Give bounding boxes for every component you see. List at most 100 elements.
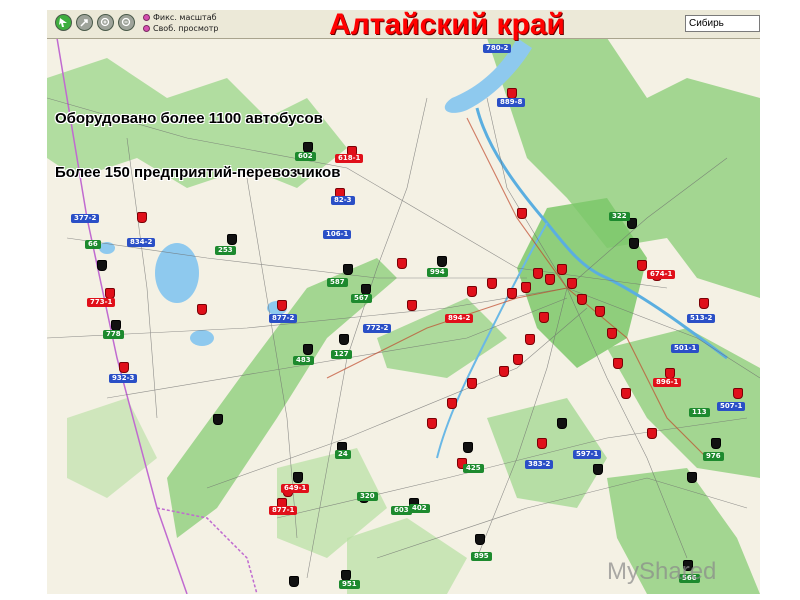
zoom-out-button[interactable] bbox=[118, 14, 135, 31]
route-label[interactable]: 106-1 bbox=[323, 230, 352, 239]
route-label[interactable]: 597-1 bbox=[573, 450, 602, 459]
zoom-in-button[interactable] bbox=[97, 14, 114, 31]
route-label[interactable]: 507-1 bbox=[717, 402, 746, 411]
route-label[interactable]: 778 bbox=[103, 330, 124, 339]
route-label[interactable]: 602 bbox=[295, 152, 316, 161]
depot-marker[interactable] bbox=[463, 442, 473, 453]
route-label[interactable]: 773-1 bbox=[87, 298, 116, 307]
depot-marker[interactable] bbox=[557, 418, 567, 429]
route-label[interactable]: 780-2 bbox=[483, 44, 512, 53]
fixed-scale-option[interactable]: Фикс. масштаб bbox=[143, 13, 217, 23]
route-label[interactable]: 513-2 bbox=[687, 314, 716, 323]
bus-stop-marker[interactable] bbox=[733, 388, 743, 399]
route-label[interactable]: 402 bbox=[409, 504, 430, 513]
zoom-out-icon bbox=[121, 17, 131, 27]
bus-stop-marker[interactable] bbox=[699, 298, 709, 309]
route-label[interactable]: 66 bbox=[85, 240, 101, 249]
route-label[interactable]: 603 bbox=[391, 506, 412, 515]
route-label[interactable]: 894-2 bbox=[445, 314, 474, 323]
route-label[interactable]: 877-1 bbox=[269, 506, 298, 515]
route-label[interactable]: 377-2 bbox=[71, 214, 100, 223]
depot-marker[interactable] bbox=[227, 234, 237, 245]
depot-marker[interactable] bbox=[303, 344, 313, 355]
route-label[interactable]: 82-3 bbox=[331, 196, 355, 205]
route-label[interactable]: 320 bbox=[357, 492, 378, 501]
bus-stop-marker[interactable] bbox=[467, 378, 477, 389]
bus-stop-marker[interactable] bbox=[647, 428, 657, 439]
depot-marker[interactable] bbox=[293, 472, 303, 483]
bus-stop-marker[interactable] bbox=[567, 278, 577, 289]
free-view-option[interactable]: Своб. просмотр bbox=[143, 24, 218, 34]
bus-stop-marker[interactable] bbox=[613, 358, 623, 369]
route-label[interactable]: 951 bbox=[339, 580, 360, 589]
bus-stop-marker[interactable] bbox=[407, 300, 417, 311]
depot-marker[interactable] bbox=[687, 472, 697, 483]
bus-stop-marker[interactable] bbox=[197, 304, 207, 315]
bus-stop-marker[interactable] bbox=[545, 274, 555, 285]
map-canvas[interactable]: 780-2 889-8 602 618-1 82-3 106-1 377-2 6… bbox=[47, 38, 760, 594]
bus-stop-marker[interactable] bbox=[537, 438, 547, 449]
route-label[interactable]: 877-2 bbox=[269, 314, 298, 323]
depot-marker[interactable] bbox=[475, 534, 485, 545]
route-label[interactable]: 587 bbox=[327, 278, 348, 287]
depot-marker[interactable] bbox=[711, 438, 721, 449]
bus-stop-marker[interactable] bbox=[507, 288, 517, 299]
route-label[interactable]: 618-1 bbox=[335, 154, 364, 163]
depot-marker[interactable] bbox=[97, 260, 107, 271]
bus-stop-marker[interactable] bbox=[539, 312, 549, 323]
route-label[interactable]: 772-2 bbox=[363, 324, 392, 333]
bus-stop-marker[interactable] bbox=[607, 328, 617, 339]
bus-stop-marker[interactable] bbox=[577, 294, 587, 305]
radio-icon bbox=[143, 14, 150, 21]
bus-stop-marker[interactable] bbox=[621, 388, 631, 399]
route-label[interactable]: 994 bbox=[427, 268, 448, 277]
route-label[interactable]: 674-1 bbox=[647, 270, 676, 279]
map-viewer: Фикс. масштаб Своб. просмотр Сибирь Алта… bbox=[47, 10, 760, 594]
zoom-in-icon bbox=[100, 17, 110, 27]
route-label[interactable]: 649-1 bbox=[281, 484, 310, 493]
bus-stop-marker[interactable] bbox=[557, 264, 567, 275]
bus-stop-marker[interactable] bbox=[517, 208, 527, 219]
depot-marker[interactable] bbox=[289, 576, 299, 587]
depot-marker[interactable] bbox=[343, 264, 353, 275]
route-label[interactable]: 501-1 bbox=[671, 344, 700, 353]
bus-stop-marker[interactable] bbox=[137, 212, 147, 223]
route-label[interactable]: 483 bbox=[293, 356, 314, 365]
bus-stop-marker[interactable] bbox=[499, 366, 509, 377]
pan-button[interactable] bbox=[76, 14, 93, 31]
navigate-button[interactable] bbox=[55, 14, 72, 31]
route-label[interactable]: 834-2 bbox=[127, 238, 156, 247]
bus-stop-marker[interactable] bbox=[397, 258, 407, 269]
bus-stop-marker[interactable] bbox=[595, 306, 605, 317]
route-label[interactable]: 253 bbox=[215, 246, 236, 255]
bus-stop-marker[interactable] bbox=[119, 362, 129, 373]
route-label[interactable]: 24 bbox=[335, 450, 351, 459]
route-label[interactable]: 889-8 bbox=[497, 98, 526, 107]
bus-stop-marker[interactable] bbox=[487, 278, 497, 289]
depot-marker[interactable] bbox=[437, 256, 447, 267]
bus-stop-marker[interactable] bbox=[467, 286, 477, 297]
bus-stop-marker[interactable] bbox=[277, 300, 287, 311]
bus-stop-marker[interactable] bbox=[637, 260, 647, 271]
region-select[interactable]: Сибирь bbox=[685, 15, 760, 32]
depot-marker[interactable] bbox=[339, 334, 349, 345]
bus-stop-marker[interactable] bbox=[533, 268, 543, 279]
route-label[interactable]: 113 bbox=[689, 408, 710, 417]
bus-stop-marker[interactable] bbox=[525, 334, 535, 345]
bus-stop-marker[interactable] bbox=[521, 282, 531, 293]
route-label[interactable]: 425 bbox=[463, 464, 484, 473]
depot-marker[interactable] bbox=[593, 464, 603, 475]
depot-marker[interactable] bbox=[629, 238, 639, 249]
route-label[interactable]: 127 bbox=[331, 350, 352, 359]
bus-stop-marker[interactable] bbox=[447, 398, 457, 409]
bus-stop-marker[interactable] bbox=[427, 418, 437, 429]
route-label[interactable]: 896-1 bbox=[653, 378, 682, 387]
route-label[interactable]: 976 bbox=[703, 452, 724, 461]
bus-stop-marker[interactable] bbox=[513, 354, 523, 365]
route-label[interactable]: 383-2 bbox=[525, 460, 554, 469]
depot-marker[interactable] bbox=[213, 414, 223, 425]
route-label[interactable]: 567 bbox=[351, 294, 372, 303]
route-label[interactable]: 322 bbox=[609, 212, 630, 221]
route-label[interactable]: 895 bbox=[471, 552, 492, 561]
route-label[interactable]: 932-3 bbox=[109, 374, 138, 383]
